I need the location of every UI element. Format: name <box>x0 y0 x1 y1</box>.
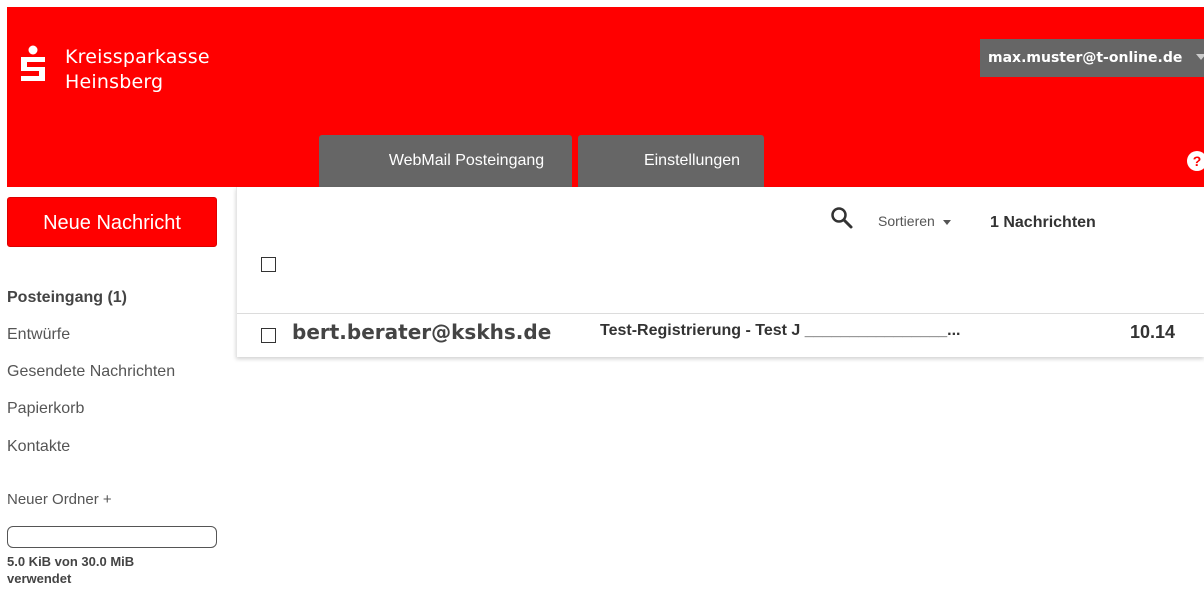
select-all-checkbox[interactable] <box>261 257 276 272</box>
chevron-down-icon <box>1196 54 1204 60</box>
tab-webmail-inbox[interactable]: WebMail Posteingang <box>319 135 572 187</box>
sidebar-item-contacts[interactable]: Kontakte <box>7 438 70 456</box>
logo[interactable]: Kreissparkasse Heinsberg <box>19 45 210 95</box>
sidebar-item-inbox[interactable]: Posteingang (1) <box>7 289 127 307</box>
user-menu-button[interactable]: max.muster@t-online.de <box>980 39 1204 77</box>
message-date: 10.14 <box>1130 322 1176 342</box>
tab-settings[interactable]: Einstellungen <box>578 135 764 187</box>
sort-dropdown[interactable]: Sortieren <box>878 213 951 229</box>
sidebar-item-sent[interactable]: Gesendete Nachrichten <box>7 363 175 381</box>
user-email: max.muster@t-online.de <box>988 50 1183 66</box>
help-icon[interactable]: ? <box>1187 151 1204 171</box>
storage-quota-bar <box>7 526 217 548</box>
search-icon[interactable] <box>830 206 854 230</box>
storage-quota-text: 5.0 KiB von 30.0 MiB verwendet <box>7 554 135 586</box>
sparkasse-s-logo-icon <box>21 45 45 81</box>
bank-name: Kreissparkasse Heinsberg <box>65 45 210 95</box>
message-count: 1 Nachrichten <box>990 214 1096 231</box>
message-sender[interactable]: bert.berater@kskhs.de <box>292 320 551 344</box>
bank-name-line2: Heinsberg <box>65 71 164 93</box>
header-bar: Kreissparkasse Heinsberg max.muster@t-on… <box>7 7 1204 187</box>
new-folder-link[interactable]: Neuer Ordner + <box>7 491 112 508</box>
bank-name-line1: Kreissparkasse <box>65 46 210 68</box>
sort-label: Sortieren <box>878 213 935 229</box>
new-message-button[interactable]: Neue Nachricht <box>7 197 217 247</box>
sidebar-item-trash[interactable]: Papierkorb <box>7 400 84 418</box>
chevron-down-icon <box>942 219 951 225</box>
message-checkbox[interactable] <box>261 328 276 343</box>
message-subject[interactable]: Test-Registrierung - Test J ____________… <box>600 322 960 340</box>
sidebar-item-drafts[interactable]: Entwürfe <box>7 326 70 344</box>
